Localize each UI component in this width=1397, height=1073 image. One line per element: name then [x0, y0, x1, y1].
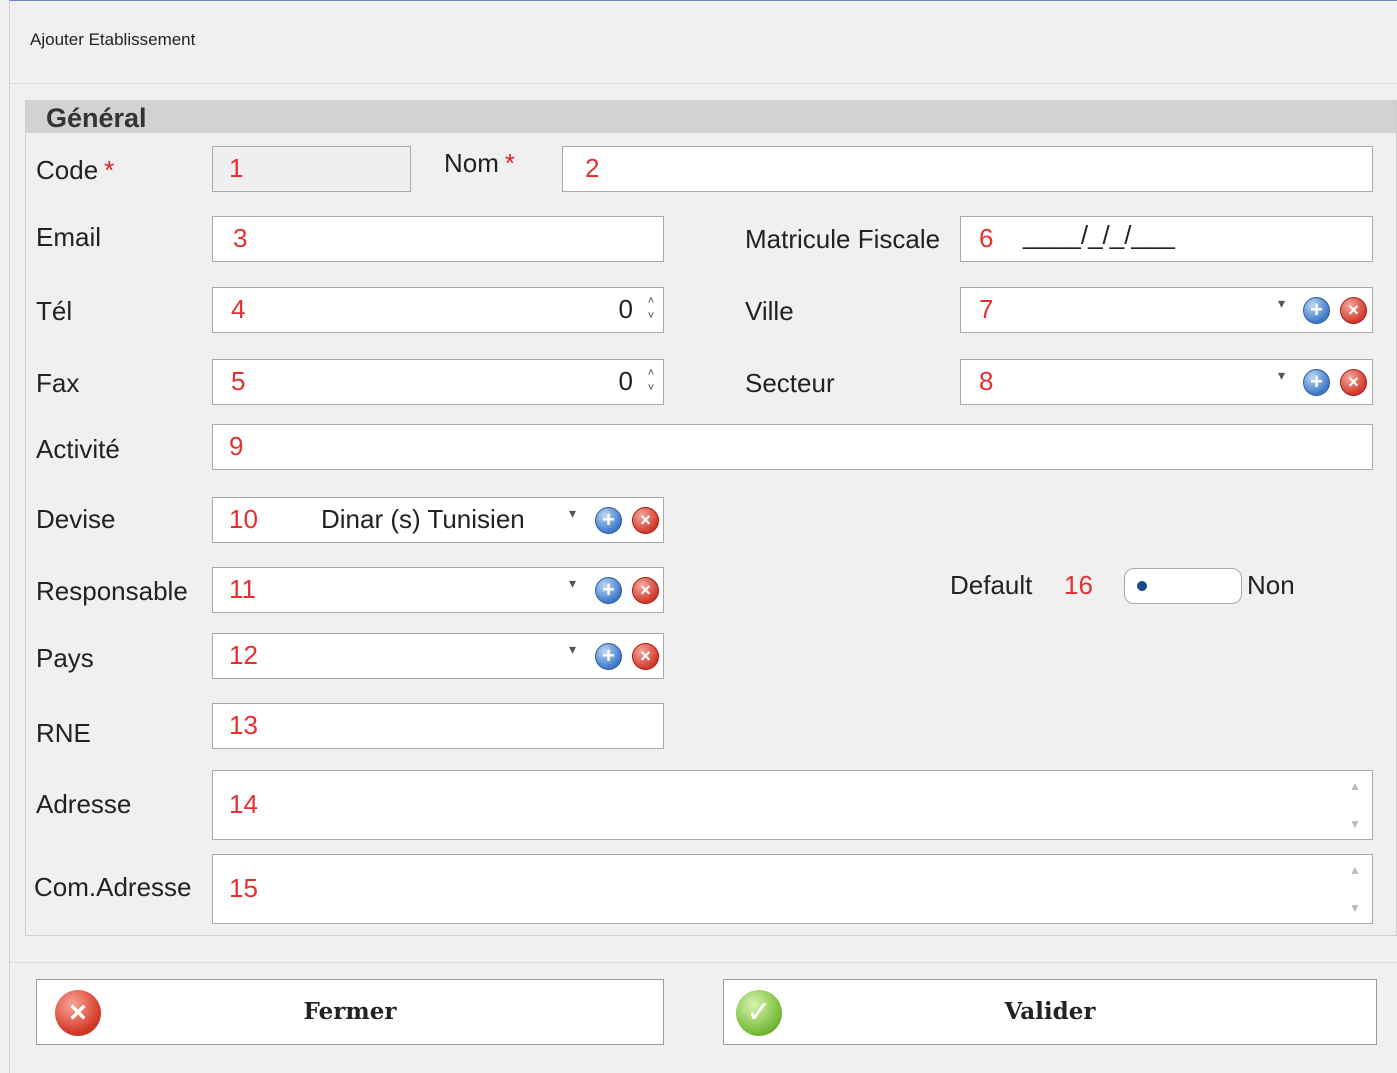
responsable-combo[interactable]: 11 ▾ + × [212, 567, 664, 613]
scrollbar[interactable]: ▲ ▼ [1344, 777, 1366, 833]
toggle-knob [1137, 581, 1147, 591]
responsable-label: Responsable [36, 576, 188, 606]
required-mark: * [104, 155, 115, 185]
rne-field[interactable]: 13 [212, 703, 664, 749]
default-number: 16 [1064, 570, 1093, 600]
email-label: Email [36, 222, 102, 252]
clear-devise-icon[interactable]: × [632, 507, 659, 534]
devise-combo[interactable]: 10 Dinar (s) Tunisien ▾ + × [212, 497, 664, 543]
pays-label: Pays [36, 643, 94, 673]
chevron-down-icon[interactable]: ▾ [1278, 367, 1285, 384]
pays-combo[interactable]: 12 ▾ + × [212, 633, 664, 679]
activite-label: Activité [36, 434, 120, 464]
add-devise-icon[interactable]: + [595, 507, 622, 534]
valider-label: Valider [1004, 998, 1096, 1025]
clear-ville-icon[interactable]: × [1340, 297, 1367, 324]
add-secteur-icon[interactable]: + [1303, 369, 1330, 396]
scroll-down-icon[interactable]: ▼ [1344, 817, 1366, 831]
chevron-down-icon[interactable]: ▾ [1278, 295, 1285, 312]
title-divider [10, 83, 1397, 84]
email-field[interactable]: 3 [212, 216, 664, 262]
code-label: Code * [36, 155, 115, 185]
rne-label: RNE [36, 718, 91, 748]
tel-label: Tél [36, 296, 73, 326]
matricule-mask: ____/_/_/___ [1023, 220, 1175, 250]
fax-label: Fax [36, 368, 80, 398]
com-adresse-label: Com.Adresse [34, 872, 192, 902]
chevron-down-icon[interactable]: ▾ [569, 505, 576, 522]
group-header: Général [26, 101, 1396, 133]
secteur-label: Secteur [745, 368, 835, 398]
default-state: Non [1247, 570, 1295, 600]
ville-label: Ville [745, 296, 794, 326]
add-pays-icon[interactable]: + [595, 643, 622, 670]
spin-buttons[interactable]: ˄ ˅ [645, 294, 657, 326]
tel-spinner[interactable]: 4 0 ˄ ˅ [212, 287, 664, 333]
add-ville-icon[interactable]: + [1303, 297, 1330, 324]
devise-label: Devise [36, 504, 116, 534]
scroll-down-icon[interactable]: ▼ [1344, 901, 1366, 915]
ville-combo[interactable]: 7 ▾ + × [960, 287, 1373, 333]
group-title: Général [46, 103, 147, 133]
fermer-label: Fermer [303, 998, 397, 1025]
secteur-combo[interactable]: 8 ▾ + × [960, 359, 1373, 405]
spin-up-icon[interactable]: ˄ [645, 366, 657, 381]
required-mark: * [504, 148, 516, 178]
spin-down-icon[interactable]: ˅ [645, 381, 657, 396]
devise-value: Dinar (s) Tunisien [321, 504, 525, 534]
matricule-label: Matricule Fiscale [745, 224, 941, 254]
valider-button[interactable]: ✓ Valider [723, 979, 1377, 1045]
scrollbar[interactable]: ▲ ▼ [1344, 861, 1366, 917]
activite-field[interactable]: 9 [212, 424, 1373, 470]
chevron-down-icon[interactable]: ▾ [569, 641, 576, 658]
default-toggle[interactable] [1124, 568, 1242, 604]
scroll-up-icon[interactable]: ▲ [1344, 779, 1366, 793]
footer-divider [10, 962, 1397, 963]
adresse-label: Adresse [36, 789, 132, 819]
spin-down-icon[interactable]: ˅ [645, 309, 657, 324]
clear-responsable-icon[interactable]: × [632, 577, 659, 604]
code-field[interactable]: 1 [212, 146, 411, 192]
nom-field[interactable]: 2 [562, 146, 1373, 192]
clear-secteur-icon[interactable]: × [1340, 369, 1367, 396]
fax-spinner[interactable]: 5 0 ˄ ˅ [212, 359, 664, 405]
add-responsable-icon[interactable]: + [595, 577, 622, 604]
spin-buttons[interactable]: ˄ ˅ [645, 366, 657, 398]
chevron-down-icon[interactable]: ▾ [569, 575, 576, 592]
scroll-up-icon[interactable]: ▲ [1344, 863, 1366, 877]
com-adresse-memo[interactable]: 15 ▲ ▼ [212, 854, 1373, 924]
default-label: Default [950, 570, 1033, 600]
fermer-button[interactable]: × Fermer [36, 979, 664, 1045]
adresse-memo[interactable]: 14 ▲ ▼ [212, 770, 1373, 840]
nom-label: Nom * [444, 148, 516, 178]
matricule-field[interactable]: 6 ____/_/_/___ [960, 216, 1373, 262]
window-title: Ajouter Etablissement [30, 30, 196, 49]
spin-up-icon[interactable]: ˄ [645, 294, 657, 309]
clear-pays-icon[interactable]: × [632, 643, 659, 670]
